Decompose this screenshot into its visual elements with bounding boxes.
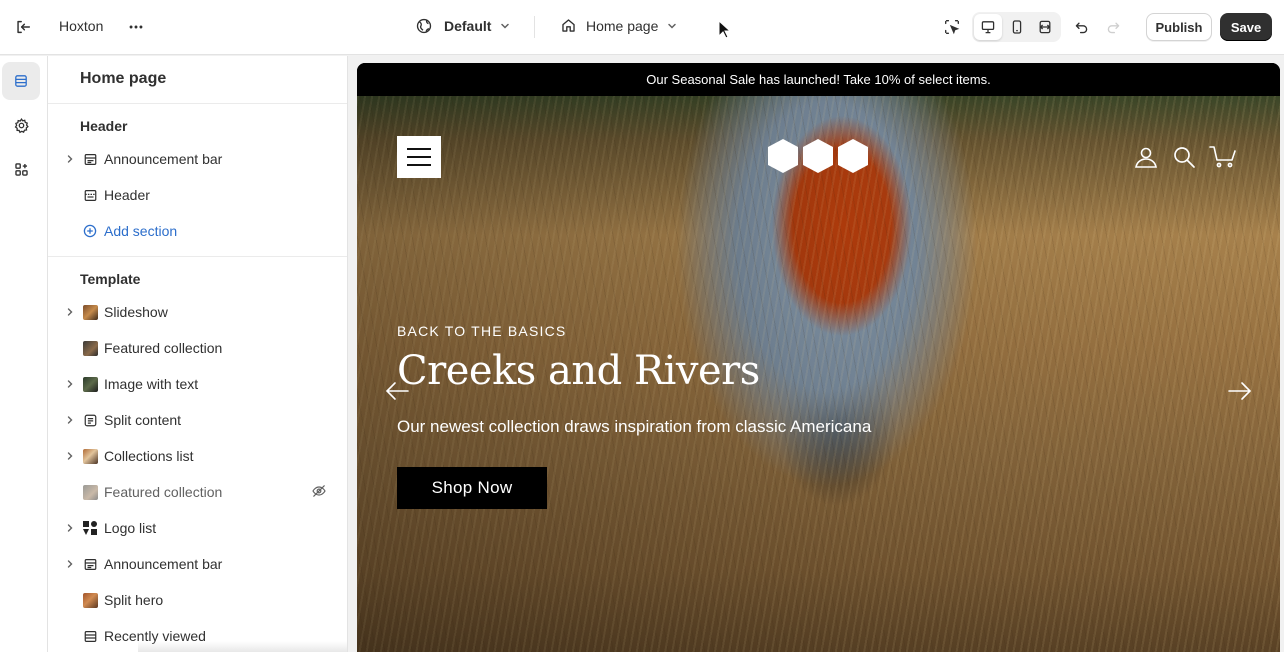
theme-selector-label: Default xyxy=(444,18,492,34)
undo-icon[interactable] xyxy=(1067,13,1095,41)
publish-button[interactable]: Publish xyxy=(1146,13,1212,41)
section-item-label: Announcement bar xyxy=(104,556,223,572)
section-item-label: Featured collection xyxy=(104,340,223,356)
mouse-cursor-icon xyxy=(718,20,732,39)
announcement-icon xyxy=(81,555,99,573)
icon-rail xyxy=(0,56,48,652)
section-item-header[interactable]: Header xyxy=(48,180,347,210)
featured-thumb xyxy=(81,339,99,357)
search-icon[interactable] xyxy=(1171,144,1197,175)
section-item-label: Announcement bar xyxy=(104,151,223,167)
announcement-icon xyxy=(81,150,99,168)
sections-sidebar: Home page Header Announcement bar Header… xyxy=(48,56,348,652)
inspector-icon[interactable] xyxy=(938,13,966,41)
menu-icon[interactable] xyxy=(397,136,441,178)
section-item-featured-collection-hidden[interactable]: Featured collection xyxy=(48,477,347,507)
collections-thumb xyxy=(81,447,99,465)
header-icon xyxy=(81,186,99,204)
settings-icon[interactable] xyxy=(2,106,40,144)
page-selector-label: Home page xyxy=(586,17,659,34)
plus-circle-icon xyxy=(81,222,99,240)
section-item-logo-list[interactable]: Logo list xyxy=(48,513,347,543)
section-item-announcement-bar-2[interactable]: Announcement bar xyxy=(48,549,347,579)
slideshow-thumb xyxy=(81,303,99,321)
hero-slideshow[interactable]: BACK TO THE BASICS Creeks and Rivers Our… xyxy=(357,96,1280,652)
hero-headline: Creeks and Rivers xyxy=(397,348,760,394)
eye-off-icon[interactable] xyxy=(311,483,329,501)
home-icon xyxy=(560,17,577,34)
more-icon[interactable] xyxy=(122,13,150,41)
section-item-label: Featured collection xyxy=(104,484,223,500)
save-button[interactable]: Save xyxy=(1220,13,1272,41)
template-group-title: Template xyxy=(80,271,141,287)
divider xyxy=(48,256,347,257)
section-item-slideshow[interactable]: Slideshow xyxy=(48,297,347,327)
featured-thumb xyxy=(81,483,99,501)
divider xyxy=(48,103,347,104)
section-item-split-hero[interactable]: Split hero xyxy=(48,585,347,615)
scroll-fade xyxy=(138,641,347,652)
chevron-right-icon[interactable] xyxy=(64,306,76,318)
theme-name: Hoxton xyxy=(59,18,104,34)
split-content-icon xyxy=(81,411,99,429)
split-hero-thumb xyxy=(81,591,99,609)
divider xyxy=(534,16,535,38)
store-logo[interactable] xyxy=(766,136,871,176)
section-item-label: Split content xyxy=(104,412,182,428)
chevron-right-icon[interactable] xyxy=(64,450,76,462)
recently-viewed-icon xyxy=(81,627,99,645)
device-switcher xyxy=(972,12,1061,42)
desktop-icon[interactable] xyxy=(974,14,1002,40)
section-item-split-content[interactable]: Split content xyxy=(48,405,347,435)
top-bar: Hoxton Default Home page Publish Save xyxy=(0,0,1284,55)
section-item-collections-list[interactable]: Collections list xyxy=(48,441,347,471)
hero-eyebrow: BACK TO THE BASICS xyxy=(397,323,567,339)
globe-icon xyxy=(415,17,433,35)
sidebar-title: Home page xyxy=(80,70,167,87)
chevron-right-icon[interactable] xyxy=(64,522,76,534)
section-item-label: Header xyxy=(104,187,150,203)
header-icons xyxy=(1133,144,1237,175)
hero-subheading: Our newest collection draws inspiration … xyxy=(397,417,872,436)
preview-announcement-bar[interactable]: Our Seasonal Sale has launched! Take 10%… xyxy=(357,63,1280,96)
mobile-icon[interactable] xyxy=(1003,14,1031,40)
chevron-right-icon[interactable] xyxy=(64,414,76,426)
fullwidth-icon[interactable] xyxy=(1031,14,1059,40)
exit-icon[interactable] xyxy=(9,13,37,41)
section-item-label: Collections list xyxy=(104,448,194,464)
section-item-label: Split hero xyxy=(104,592,164,608)
store-preview: Our Seasonal Sale has launched! Take 10%… xyxy=(357,63,1280,652)
shop-now-button[interactable]: Shop Now xyxy=(397,467,547,509)
arrow-right-icon[interactable] xyxy=(1225,376,1255,406)
header-group-title: Header xyxy=(80,118,128,134)
page-selector[interactable]: Home page xyxy=(560,17,678,34)
chevron-down-icon xyxy=(666,20,678,32)
redo-icon[interactable] xyxy=(1099,13,1127,41)
section-item-image-with-text[interactable]: Image with text xyxy=(48,369,347,399)
chevron-right-icon[interactable] xyxy=(64,378,76,390)
logo-list-thumb xyxy=(81,519,99,537)
theme-selector[interactable]: Default xyxy=(415,17,511,35)
sections-icon[interactable] xyxy=(2,62,40,100)
arrow-left-icon[interactable] xyxy=(382,376,412,406)
chevron-down-icon xyxy=(499,20,511,32)
image-text-thumb xyxy=(81,375,99,393)
section-item-featured-collection[interactable]: Featured collection xyxy=(48,333,347,363)
add-section-button[interactable]: Add section xyxy=(48,216,347,246)
add-section-label: Add section xyxy=(104,223,178,239)
apps-icon[interactable] xyxy=(2,150,40,188)
chevron-right-icon[interactable] xyxy=(64,153,76,165)
chevron-right-icon[interactable] xyxy=(64,558,76,570)
cart-icon[interactable] xyxy=(1209,144,1237,175)
section-item-label: Logo list xyxy=(104,520,157,536)
account-icon[interactable] xyxy=(1133,144,1159,175)
section-item-label: Image with text xyxy=(104,376,199,392)
section-item-label: Slideshow xyxy=(104,304,168,320)
section-item-announcement-bar[interactable]: Announcement bar xyxy=(48,144,347,174)
